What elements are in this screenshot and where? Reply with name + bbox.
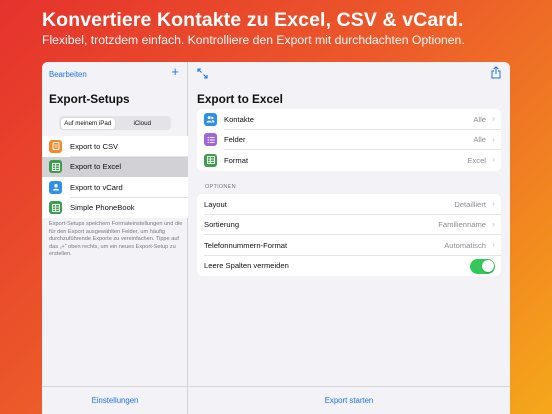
list-icon <box>204 133 217 147</box>
grid-icon <box>49 201 62 215</box>
options-group: Layout Detailliert › Sortierung Familien… <box>197 194 501 276</box>
chevron-right-icon: › <box>492 155 495 164</box>
chevron-right-icon: › <box>492 134 495 144</box>
sidebar-item-label: Export to vCard <box>70 182 123 192</box>
sidebar-toolbar: Bearbeiten + <box>42 62 187 86</box>
segment-on-ipad[interactable]: Auf meinem iPad <box>60 117 115 129</box>
avoid-empty-columns-toggle[interactable] <box>470 258 495 274</box>
settings-button[interactable]: Einstellungen <box>42 386 188 414</box>
chevron-right-icon: › <box>492 219 495 229</box>
csv-icon <box>49 139 62 153</box>
chevron-right-icon: › <box>492 114 495 123</box>
detail-toolbar <box>188 62 510 86</box>
sidebar-title: Export-Setups <box>49 92 130 106</box>
grid-icon <box>49 160 62 174</box>
ipad-window: Bearbeiten + Export-Setups Auf meinem iP… <box>42 62 510 414</box>
sorting-row[interactable]: Sortierung Familienname › <box>197 215 501 236</box>
sidebar-item-export-excel[interactable]: Export to Excel <box>42 156 188 177</box>
row-value: Familienname <box>438 220 486 230</box>
toggle-knob <box>481 260 494 272</box>
detail-pane: Export to Excel Kontakte Alle › Felder A… <box>188 62 510 414</box>
row-label: Format <box>224 155 249 165</box>
share-icon[interactable] <box>491 66 501 79</box>
plus-icon[interactable]: + <box>171 65 179 79</box>
hero-title: Konvertiere Kontakte zu Excel, CSV & vCa… <box>42 9 464 31</box>
source-settings-group: Kontakte Alle › Felder Alle › Format Exc… <box>197 109 501 171</box>
options-section-header: OPTIONEN <box>205 184 236 190</box>
layout-row[interactable]: Layout Detailliert › <box>197 194 501 215</box>
sidebar-item-export-csv[interactable]: Export to CSV <box>42 136 188 157</box>
chevron-right-icon: › <box>492 199 495 208</box>
row-value: Detailliert <box>454 199 486 209</box>
sidebar-footnote: Export-Setups speichern Formateinstellun… <box>49 221 183 258</box>
storage-segmented-control: Auf meinem iPad iCloud <box>59 116 171 130</box>
row-label: Layout <box>204 199 227 209</box>
expand-icon[interactable] <box>197 68 208 79</box>
row-label: Kontakte <box>224 114 254 124</box>
start-export-button[interactable]: Export starten <box>188 386 510 414</box>
row-label: Sortierung <box>204 220 240 230</box>
fields-row[interactable]: Felder Alle › <box>197 130 501 151</box>
person-icon <box>49 180 62 194</box>
sidebar: Bearbeiten + Export-Setups Auf meinem iP… <box>42 62 188 414</box>
page-title: Export to Excel <box>197 92 283 106</box>
export-setup-list: Export to CSV Export to Excel Export to … <box>42 136 188 218</box>
chevron-right-icon: › <box>492 240 495 249</box>
sidebar-item-label: Simple PhoneBook <box>70 203 135 213</box>
row-value: Alle <box>473 114 486 124</box>
contacts-row[interactable]: Kontakte Alle › <box>197 109 501 130</box>
contacts-icon <box>204 112 217 126</box>
sidebar-item-export-vcard[interactable]: Export to vCard <box>42 177 188 198</box>
row-value: Alle <box>473 135 486 145</box>
sidebar-item-simple-phonebook[interactable]: Simple PhoneBook <box>42 198 188 219</box>
grid-icon <box>204 153 217 167</box>
hero-subtitle: Flexibel, trotzdem einfach. Kontrolliere… <box>42 33 465 47</box>
row-label: Felder <box>224 135 246 145</box>
row-label: Telefonnummern-Format <box>204 240 288 250</box>
row-value: Excel <box>467 155 486 165</box>
row-value: Automatisch <box>444 240 486 250</box>
edit-button[interactable]: Bearbeiten <box>49 70 87 79</box>
segment-icloud[interactable]: iCloud <box>115 118 170 129</box>
sidebar-item-label: Export to CSV <box>70 141 119 151</box>
avoid-empty-columns-row: Leere Spalten vermeiden <box>197 256 501 277</box>
row-label: Leere Spalten vermeiden <box>204 261 289 271</box>
format-row[interactable]: Format Excel › <box>197 150 501 171</box>
sidebar-item-label: Export to Excel <box>70 162 122 172</box>
phone-format-row[interactable]: Telefonnummern-Format Automatisch › <box>197 235 501 256</box>
